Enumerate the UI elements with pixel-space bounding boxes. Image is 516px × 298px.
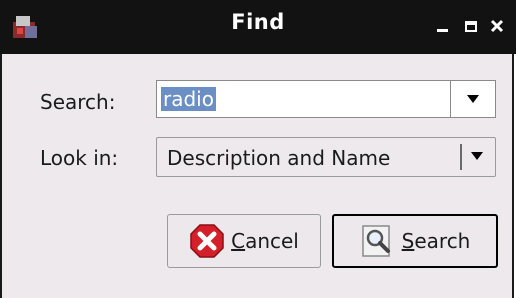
search-input-value: radio [161,87,216,111]
search-input[interactable]: radio [161,87,216,111]
chevron-down-icon[interactable] [470,151,484,161]
search-label: Search: [40,90,116,114]
chevron-down-icon[interactable] [466,94,480,104]
cancel-label: Cancel [231,229,299,253]
stop-icon [190,224,224,258]
title-bar[interactable]: Find [0,0,516,54]
search-button-label: Search [401,229,471,253]
search-button[interactable]: Search [332,214,498,268]
search-combobox[interactable]: radio [156,80,496,118]
lookin-label: Look in: [40,146,119,170]
lookin-divider [460,144,462,170]
close-icon[interactable] [488,17,506,35]
cancel-button[interactable]: Cancel [167,214,321,268]
maximize-icon[interactable] [462,17,480,35]
minimize-icon[interactable] [434,17,452,35]
search-dropdown-divider [450,80,451,118]
lookin-value: Description and Name [167,146,391,170]
lookin-select[interactable]: Description and Name [156,137,496,177]
magnifier-icon [361,225,390,257]
